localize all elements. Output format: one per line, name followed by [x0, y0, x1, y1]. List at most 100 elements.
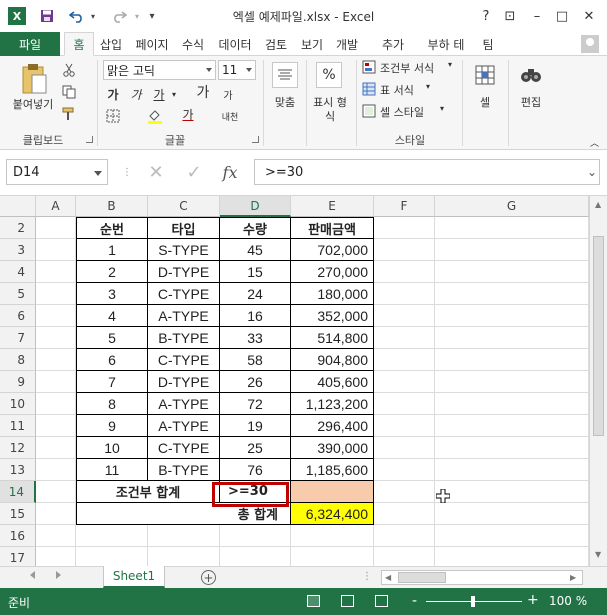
- grid-cell[interactable]: [36, 437, 76, 459]
- tab-home[interactable]: 홈: [64, 32, 94, 56]
- grid-cell[interactable]: [374, 481, 435, 503]
- underline-dropdown-icon[interactable]: ▾: [169, 84, 179, 104]
- table-cell[interactable]: 7: [76, 371, 148, 393]
- row-header-12[interactable]: 12: [0, 437, 36, 459]
- help-button[interactable]: ?: [476, 6, 496, 26]
- horizontal-scrollbar[interactable]: ◀ ▶: [381, 570, 583, 585]
- column-header-c[interactable]: C: [148, 196, 220, 217]
- table-cell[interactable]: 15: [220, 261, 291, 283]
- fill-color-icon[interactable]: [145, 106, 165, 126]
- grid-cell[interactable]: [36, 217, 76, 239]
- grid-cell[interactable]: [374, 283, 435, 305]
- grid-cell[interactable]: [291, 547, 374, 566]
- row-header-10[interactable]: 10: [0, 393, 36, 415]
- table-cell[interactable]: 1: [76, 239, 148, 261]
- tab-split-grip-icon[interactable]: ⋮: [362, 571, 372, 582]
- font-launcher-icon[interactable]: [252, 136, 259, 143]
- grid-cell[interactable]: [36, 327, 76, 349]
- tab-view[interactable]: 보기: [295, 32, 329, 56]
- table-cell[interactable]: 72: [220, 393, 291, 415]
- table-cell[interactable]: A-TYPE: [148, 415, 220, 437]
- table-cell[interactable]: 76: [220, 459, 291, 481]
- format-as-table-icon[interactable]: [362, 82, 376, 96]
- add-sheet-button[interactable]: +: [201, 570, 216, 585]
- table-cell[interactable]: 24: [220, 283, 291, 305]
- table-header-cell[interactable]: 판매금액: [291, 217, 374, 239]
- table-cell[interactable]: 1,123,200: [291, 393, 374, 415]
- cut-icon[interactable]: [62, 62, 78, 78]
- tab-file[interactable]: 파일: [0, 32, 60, 56]
- total-sum-label[interactable]: 총 합계: [76, 503, 291, 525]
- conditional-sum-result-cell[interactable]: [291, 481, 374, 503]
- table-cell[interactable]: C-TYPE: [148, 283, 220, 305]
- ribbon-display-options-icon[interactable]: ⊡: [500, 6, 520, 26]
- shrink-font-button[interactable]: 가: [218, 84, 238, 104]
- grid-cell[interactable]: [36, 283, 76, 305]
- minimize-button[interactable]: –: [527, 6, 547, 26]
- font-size-combo[interactable]: 11: [218, 60, 256, 80]
- grid-cell[interactable]: [435, 239, 589, 261]
- grid-cell[interactable]: [36, 503, 76, 525]
- table-cell[interactable]: A-TYPE: [148, 393, 220, 415]
- cells-icon[interactable]: [472, 62, 498, 88]
- scroll-right-icon[interactable]: ▶: [570, 573, 576, 582]
- table-cell[interactable]: 270,000: [291, 261, 374, 283]
- alignment-group-label[interactable]: 맞춤: [266, 94, 304, 110]
- tab-data[interactable]: 데이터: [212, 32, 258, 56]
- table-cell[interactable]: B-TYPE: [148, 327, 220, 349]
- format-as-table-button[interactable]: 표 서식: [380, 82, 440, 98]
- grid-cell[interactable]: [374, 371, 435, 393]
- table-cell[interactable]: 26: [220, 371, 291, 393]
- row-header-3[interactable]: 3: [0, 239, 36, 261]
- clipboard-launcher-icon[interactable]: [86, 136, 93, 143]
- column-header-a[interactable]: A: [36, 196, 76, 217]
- formula-input[interactable]: >=30: [254, 159, 600, 185]
- column-header-e[interactable]: E: [291, 196, 374, 217]
- grid-cell[interactable]: [374, 239, 435, 261]
- vertical-scroll-thumb[interactable]: [593, 236, 604, 436]
- conditional-formatting-icon[interactable]: [362, 60, 376, 74]
- save-icon[interactable]: [38, 7, 56, 25]
- zoom-level[interactable]: 100 %: [549, 594, 587, 608]
- table-cell[interactable]: 3: [76, 283, 148, 305]
- grid-cell[interactable]: [435, 503, 589, 525]
- grid-cell[interactable]: [435, 437, 589, 459]
- table-cell[interactable]: D-TYPE: [148, 261, 220, 283]
- table-cell[interactable]: 390,000: [291, 437, 374, 459]
- horizontal-scroll-thumb[interactable]: [398, 572, 446, 583]
- table-cell[interactable]: 405,600: [291, 371, 374, 393]
- copy-icon[interactable]: [62, 84, 78, 100]
- table-cell[interactable]: 514,800: [291, 327, 374, 349]
- grid-cell[interactable]: [435, 393, 589, 415]
- row-header-8[interactable]: 8: [0, 349, 36, 371]
- grid-cell[interactable]: [36, 393, 76, 415]
- underline-button[interactable]: 가: [149, 84, 169, 104]
- borders-icon[interactable]: [103, 106, 123, 126]
- normal-view-icon[interactable]: [307, 595, 320, 607]
- table-cell[interactable]: 1,185,600: [291, 459, 374, 481]
- grid-cell[interactable]: [36, 305, 76, 327]
- tab-page-layout[interactable]: 페이지: [128, 32, 176, 56]
- grid-cell[interactable]: [220, 525, 291, 547]
- table-cell[interactable]: 11: [76, 459, 148, 481]
- grid-cell[interactable]: [36, 481, 76, 503]
- row-header-15[interactable]: 15: [0, 503, 36, 525]
- condition-value-cell[interactable]: >=30: [220, 481, 291, 503]
- grid-cell[interactable]: [220, 547, 291, 566]
- page-break-view-icon[interactable]: [375, 595, 388, 607]
- row-header-2[interactable]: 2: [0, 217, 36, 239]
- grid-cell[interactable]: [435, 261, 589, 283]
- editing-group-label[interactable]: 편집: [514, 94, 548, 110]
- grid-cell[interactable]: [36, 459, 76, 481]
- table-cell[interactable]: 58: [220, 349, 291, 371]
- redo-dropdown-icon[interactable]: ▾: [132, 7, 142, 25]
- find-binoculars-icon[interactable]: [518, 62, 544, 88]
- table-cell[interactable]: 8: [76, 393, 148, 415]
- font-name-combo[interactable]: 맑은 고딕: [103, 60, 216, 80]
- prev-sheet-icon[interactable]: [30, 571, 35, 579]
- table-cell[interactable]: B-TYPE: [148, 459, 220, 481]
- format-painter-icon[interactable]: [62, 106, 78, 122]
- maximize-button[interactable]: □: [552, 6, 572, 26]
- font-color-button[interactable]: 가: [178, 104, 198, 124]
- table-cell[interactable]: 16: [220, 305, 291, 327]
